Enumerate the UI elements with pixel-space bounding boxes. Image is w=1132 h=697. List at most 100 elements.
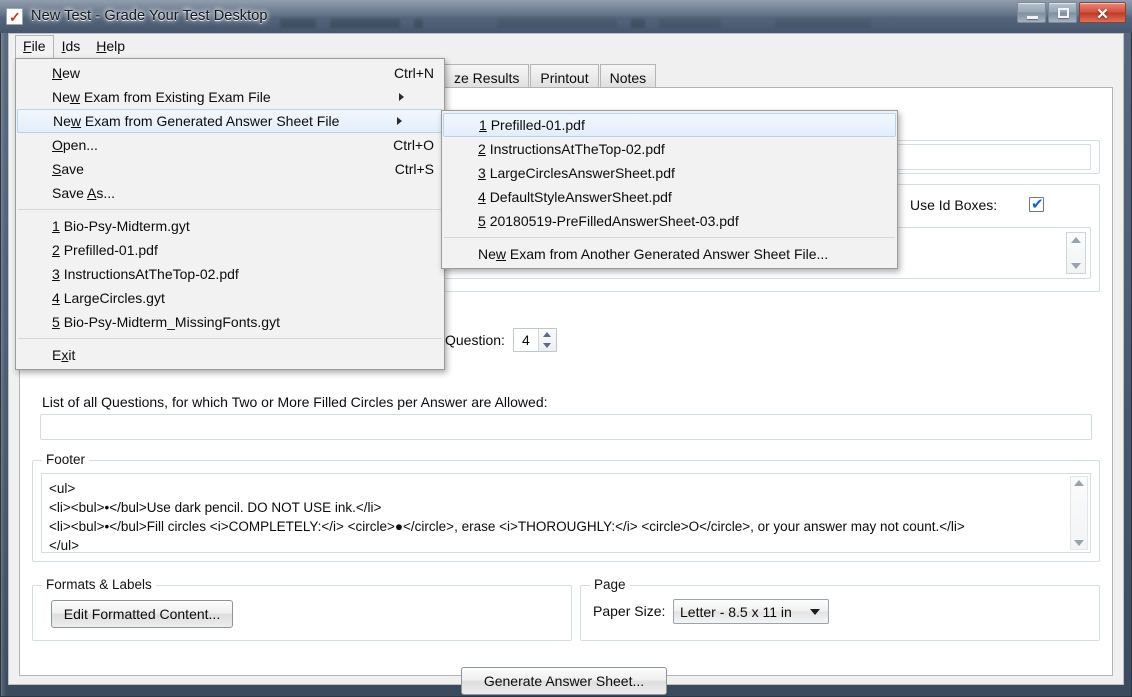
formats-labels-legend: Formats & Labels bbox=[42, 577, 156, 592]
minimize-button[interactable] bbox=[1017, 2, 1046, 23]
submenu-item-number: 2 bbox=[478, 141, 486, 157]
tab-analyze-results[interactable]: ze Results bbox=[444, 64, 529, 88]
menu-item-text-post: pen... bbox=[63, 137, 98, 153]
recent-file-item-4[interactable]: 4 LargeCircles.gyt bbox=[16, 286, 444, 310]
chevron-down-icon bbox=[810, 609, 820, 615]
menu-item-open[interactable]: Open... Ctrl+O bbox=[16, 133, 444, 157]
scroll-up-icon[interactable] bbox=[1074, 480, 1084, 486]
menu-item-text-pre: Ne bbox=[53, 113, 71, 129]
submenu-item-number: 1 bbox=[479, 117, 487, 133]
stepper-up-icon[interactable] bbox=[1071, 237, 1081, 243]
id-list-stepper[interactable] bbox=[1066, 232, 1086, 274]
formats-labels-group: Formats & Labels Edit Formatted Content.… bbox=[32, 585, 572, 641]
menu-file[interactable]: File bbox=[15, 35, 54, 59]
menu-separator bbox=[18, 209, 442, 210]
use-id-boxes-checkbox[interactable]: ✔ bbox=[1029, 197, 1044, 212]
menu-item-new[interactable]: New Ctrl+N bbox=[16, 61, 444, 85]
caret-up-icon bbox=[543, 332, 551, 337]
menu-item-accel-char: w bbox=[71, 113, 81, 129]
aero-glass-ghost-content bbox=[280, 16, 871, 30]
multi-fill-label: List of all Questions, for which Two or … bbox=[42, 394, 548, 410]
question-spinner-up[interactable] bbox=[539, 329, 556, 340]
submenu-arrow-icon bbox=[399, 93, 434, 101]
menu-help[interactable]: Help bbox=[88, 35, 133, 58]
recent-file-number: 3 bbox=[52, 266, 60, 282]
page-legend: Page bbox=[590, 577, 630, 592]
footer-scrollbar[interactable] bbox=[1070, 476, 1088, 550]
generate-answer-sheet-label: Generate Answer Sheet... bbox=[484, 673, 644, 689]
footer-line: <li><bul>•</bul>Fill circles <i>COMPLETE… bbox=[49, 517, 1060, 536]
question-spinner[interactable]: 4 bbox=[513, 328, 557, 352]
menu-item-text-post: Exam from Existing Exam File bbox=[80, 89, 271, 105]
menu-item-shortcut: Ctrl+S bbox=[355, 161, 434, 177]
recent-file-name: Bio-Psy-Midterm.gyt bbox=[64, 218, 190, 234]
caret-down-icon bbox=[543, 343, 551, 348]
application-window: ✓ New Test - Grade Your Test Desktop ✕ F… bbox=[0, 0, 1132, 697]
menu-item-text-pre: Ne bbox=[478, 246, 496, 262]
generate-answer-sheet-button[interactable]: Generate Answer Sheet... bbox=[461, 667, 667, 695]
menu-item-accel-char: A bbox=[87, 185, 96, 201]
submenu-item-number: 3 bbox=[478, 165, 486, 181]
menu-item-text-pre: Save bbox=[52, 185, 87, 201]
menu-item-exit[interactable]: Exit bbox=[16, 343, 444, 367]
menu-bar: File Ids Help bbox=[9, 34, 1123, 59]
scroll-down-icon[interactable] bbox=[1074, 540, 1084, 546]
menu-item-text-post: Exam from Another Generated Answer Sheet… bbox=[506, 246, 828, 262]
footer-legend: Footer bbox=[42, 452, 89, 467]
menu-item-text-pre: E bbox=[52, 347, 61, 363]
footer-html-textarea[interactable]: <ul> <li><bul>•</bul>Use dark pencil. DO… bbox=[41, 473, 1091, 553]
recent-file-name: InstructionsAtTheTop-02.pdf bbox=[64, 266, 239, 282]
menu-item-new-exam-from-generated-answer-sheet-file[interactable]: New Exam from Generated Answer Sheet Fil… bbox=[17, 109, 443, 133]
menu-item-shortcut: Ctrl+N bbox=[354, 65, 434, 81]
generated-answer-sheet-submenu[interactable]: 1 Prefilled-01.pdf 2 InstructionsAtTheTo… bbox=[441, 110, 898, 269]
window-client-area: File Ids Help ze Results Printout Notes bbox=[8, 33, 1124, 685]
submenu-item-2[interactable]: 2 InstructionsAtTheTop-02.pdf bbox=[442, 137, 897, 161]
menu-item-new-exam-from-existing-exam-file[interactable]: New Exam from Existing Exam File bbox=[16, 85, 444, 109]
menu-item-save[interactable]: Save Ctrl+S bbox=[16, 157, 444, 181]
tab-label: ze Results bbox=[454, 69, 519, 87]
tab-printout[interactable]: Printout bbox=[530, 64, 598, 88]
recent-file-item-1[interactable]: 1 Bio-Psy-Midterm.gyt bbox=[16, 214, 444, 238]
title-bar[interactable]: ✓ New Test - Grade Your Test Desktop ✕ bbox=[0, 0, 1132, 33]
stepper-down-icon[interactable] bbox=[1071, 263, 1081, 269]
file-dropdown-menu[interactable]: New Ctrl+N New Exam from Existing Exam F… bbox=[15, 58, 445, 370]
recent-file-name: LargeCircles.gyt bbox=[64, 290, 165, 306]
footer-line: <li><bul>•</bul>Use dark pencil. DO NOT … bbox=[49, 498, 1060, 517]
recent-file-name: Bio-Psy-Midterm_MissingFonts.gyt bbox=[64, 314, 280, 330]
submenu-item-4[interactable]: 4 DefaultStyleAnswerSheet.pdf bbox=[442, 185, 897, 209]
maximize-button[interactable] bbox=[1048, 2, 1077, 23]
footer-group: Footer <ul> <li><bul>•</bul>Use dark pen… bbox=[32, 460, 1100, 562]
menu-item-text-post: ew bbox=[62, 65, 80, 81]
close-button[interactable]: ✕ bbox=[1079, 2, 1126, 23]
recent-file-number: 1 bbox=[52, 218, 60, 234]
menu-item-accel-char: O bbox=[52, 137, 63, 153]
menu-item-save-as[interactable]: Save As... bbox=[16, 181, 444, 205]
menu-item-text-post: Exam from Generated Answer Sheet File bbox=[81, 113, 339, 129]
multi-fill-input[interactable] bbox=[40, 414, 1092, 440]
submenu-item-3[interactable]: 3 LargeCirclesAnswerSheet.pdf bbox=[442, 161, 897, 185]
edit-formatted-content-button[interactable]: Edit Formatted Content... bbox=[51, 600, 233, 628]
paper-size-combobox[interactable]: Letter - 8.5 x 11 in bbox=[673, 599, 829, 624]
menu-item-accel-char: N bbox=[52, 65, 62, 81]
recent-file-number: 5 bbox=[52, 314, 60, 330]
edit-formatted-content-label: Edit Formatted Content... bbox=[64, 606, 220, 622]
menu-item-text-post: s... bbox=[96, 185, 115, 201]
checkmark-document-icon: ✓ bbox=[6, 8, 23, 25]
submenu-item-name: 20180519-PreFilledAnswerSheet-03.pdf bbox=[490, 213, 739, 229]
question-label: Question: bbox=[445, 332, 505, 348]
tab-label: Notes bbox=[610, 69, 647, 87]
submenu-item-name: DefaultStyleAnswerSheet.pdf bbox=[490, 189, 672, 205]
recent-file-item-5[interactable]: 5 Bio-Psy-Midterm_MissingFonts.gyt bbox=[16, 310, 444, 334]
submenu-item-5[interactable]: 5 20180519-PreFilledAnswerSheet-03.pdf bbox=[442, 209, 897, 233]
submenu-item-another-file[interactable]: New Exam from Another Generated Answer S… bbox=[442, 242, 897, 266]
recent-file-item-3[interactable]: 3 InstructionsAtTheTop-02.pdf bbox=[16, 262, 444, 286]
submenu-item-1[interactable]: 1 Prefilled-01.pdf bbox=[443, 113, 896, 137]
tab-notes[interactable]: Notes bbox=[600, 64, 657, 88]
use-id-boxes-label: Use Id Boxes: bbox=[910, 197, 997, 213]
question-row: Question: 4 bbox=[445, 328, 557, 352]
recent-file-item-2[interactable]: 2 Prefilled-01.pdf bbox=[16, 238, 444, 262]
tab-label: Printout bbox=[540, 69, 588, 87]
window-controls: ✕ bbox=[1017, 2, 1126, 23]
question-spinner-down[interactable] bbox=[539, 340, 556, 351]
menu-ids[interactable]: Ids bbox=[54, 35, 89, 58]
